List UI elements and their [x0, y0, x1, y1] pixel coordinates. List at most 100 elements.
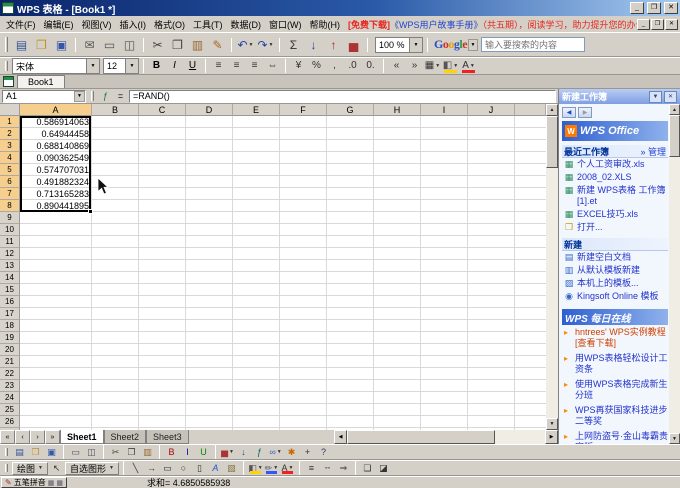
cell-j11[interactable]	[468, 236, 515, 248]
increase-indent-icon[interactable]: »	[406, 58, 423, 74]
toolbar-grip[interactable]	[5, 37, 8, 52]
oval-icon[interactable]: ○	[176, 461, 191, 475]
cell-b8[interactable]	[92, 200, 139, 212]
scroll-up-icon[interactable]: ▲	[669, 104, 680, 115]
select-all-corner[interactable]	[0, 104, 20, 116]
cell-d1[interactable]	[186, 116, 233, 128]
cell-d11[interactable]	[186, 236, 233, 248]
cell-b17[interactable]	[92, 308, 139, 320]
row-header-26[interactable]: 26	[0, 416, 20, 428]
news-item[interactable]: ▸ hntrees' WPS实例教程[查看下载]	[562, 325, 668, 351]
cell-d21[interactable]	[186, 356, 233, 368]
formula-bar-grip[interactable]	[91, 91, 94, 101]
cell-d7[interactable]	[186, 188, 233, 200]
cell-g12[interactable]	[327, 248, 374, 260]
dropdown-arrow-icon[interactable]: ▼	[249, 42, 254, 48]
recent-item[interactable]: ❒ 打开...	[562, 221, 668, 234]
cell-g15[interactable]	[327, 284, 374, 296]
cell-f3[interactable]	[280, 140, 327, 152]
preview-icon[interactable]: ◫	[84, 445, 99, 459]
fill-color-icon[interactable]: ◧ ▼	[248, 461, 263, 475]
3d-icon[interactable]: ◪	[376, 461, 391, 475]
cell-d20[interactable]	[186, 344, 233, 356]
cell-h17[interactable]	[374, 308, 421, 320]
new-item[interactable]: ▥ 从默认模板新建	[562, 264, 668, 277]
cell-b9[interactable]	[92, 212, 139, 224]
cell-f14[interactable]	[280, 272, 327, 284]
cell-b3[interactable]	[92, 140, 139, 152]
name-box-dropdown-icon[interactable]: ▼	[74, 90, 85, 102]
cell-c8[interactable]	[139, 200, 186, 212]
cell-i18[interactable]	[421, 320, 468, 332]
fill-color-icon[interactable]: ◧ ▼	[442, 58, 459, 74]
cell-e22[interactable]	[233, 368, 280, 380]
cell-i12[interactable]	[421, 248, 468, 260]
cell-g17[interactable]	[327, 308, 374, 320]
draw-menu-button[interactable]: 绘图 ▼	[12, 461, 48, 475]
comma-style-icon[interactable]: ,	[326, 58, 343, 74]
shadow-icon[interactable]: ❏	[360, 461, 375, 475]
cell-a8[interactable]: 0.890441895	[20, 200, 92, 212]
cell-g14[interactable]	[327, 272, 374, 284]
paste-icon[interactable]: ▥	[188, 35, 207, 54]
cell-g11[interactable]	[327, 236, 374, 248]
cell-a14[interactable]	[20, 272, 92, 284]
arrow-icon[interactable]: →	[144, 461, 159, 475]
pane-forward-icon[interactable]: ▶	[578, 107, 592, 118]
cell-a22[interactable]	[20, 368, 92, 380]
cell-i20[interactable]	[421, 344, 468, 356]
cell-b4[interactable]	[92, 152, 139, 164]
horizontal-scrollbar[interactable]: ◀ ▶	[334, 430, 558, 444]
select-objects-icon[interactable]: ↖	[49, 461, 64, 475]
cell-h3[interactable]	[374, 140, 421, 152]
menu-file[interactable]: 文件(F)	[2, 16, 40, 33]
cell-a6[interactable]: 0.491882324	[20, 176, 92, 188]
cell-h2[interactable]	[374, 128, 421, 140]
cell-g26[interactable]	[327, 416, 374, 428]
wps-app-icon[interactable]	[2, 2, 14, 14]
cell-a17[interactable]	[20, 308, 92, 320]
cell-j9[interactable]	[468, 212, 515, 224]
cell-e25[interactable]	[233, 404, 280, 416]
sheet-tab-sheet3[interactable]: Sheet3	[146, 430, 189, 444]
cell-e21[interactable]	[233, 356, 280, 368]
comment-icon[interactable]: ✱	[284, 445, 299, 459]
cell-d13[interactable]	[186, 260, 233, 272]
cell-f2[interactable]	[280, 128, 327, 140]
cell-b25[interactable]	[92, 404, 139, 416]
ime-bar[interactable]: ✎ 五笔拼音 ▦ ▦	[1, 477, 67, 488]
column-header-i[interactable]: I	[421, 104, 468, 116]
column-header-j[interactable]: J	[468, 104, 515, 116]
cell-h23[interactable]	[374, 380, 421, 392]
cell-a10[interactable]	[20, 224, 92, 236]
cell-f10[interactable]	[280, 224, 327, 236]
row-header-6[interactable]: 6	[0, 176, 20, 188]
cell-a16[interactable]	[20, 296, 92, 308]
cell-a5[interactable]: 0.574707031	[20, 164, 92, 176]
cell-g5[interactable]	[327, 164, 374, 176]
cell-a19[interactable]	[20, 332, 92, 344]
cell-a7[interactable]: 0.713165283	[20, 188, 92, 200]
cell-h15[interactable]	[374, 284, 421, 296]
cell-d19[interactable]	[186, 332, 233, 344]
cell-b13[interactable]	[92, 260, 139, 272]
text-box-icon[interactable]: ▯	[192, 461, 207, 475]
cell-h7[interactable]	[374, 188, 421, 200]
cell-b12[interactable]	[92, 248, 139, 260]
cell-h8[interactable]	[374, 200, 421, 212]
task-pane-scrollbar[interactable]: ▲ ▼	[669, 104, 680, 444]
cell-b11[interactable]	[92, 236, 139, 248]
cell-d10[interactable]	[186, 224, 233, 236]
cell-c2[interactable]	[139, 128, 186, 140]
cell-i25[interactable]	[421, 404, 468, 416]
cell-e2[interactable]	[233, 128, 280, 140]
cell-h20[interactable]	[374, 344, 421, 356]
function-icon[interactable]: ƒ	[252, 445, 267, 459]
news-item[interactable]: ▸ 上网防盗号·金山毒霸贵宾版	[562, 429, 668, 444]
cell-g19[interactable]	[327, 332, 374, 344]
cell-d16[interactable]	[186, 296, 233, 308]
cell-g18[interactable]	[327, 320, 374, 332]
row-header-23[interactable]: 23	[0, 380, 20, 392]
cell-c9[interactable]	[139, 212, 186, 224]
copy-icon[interactable]: ❐	[124, 445, 139, 459]
